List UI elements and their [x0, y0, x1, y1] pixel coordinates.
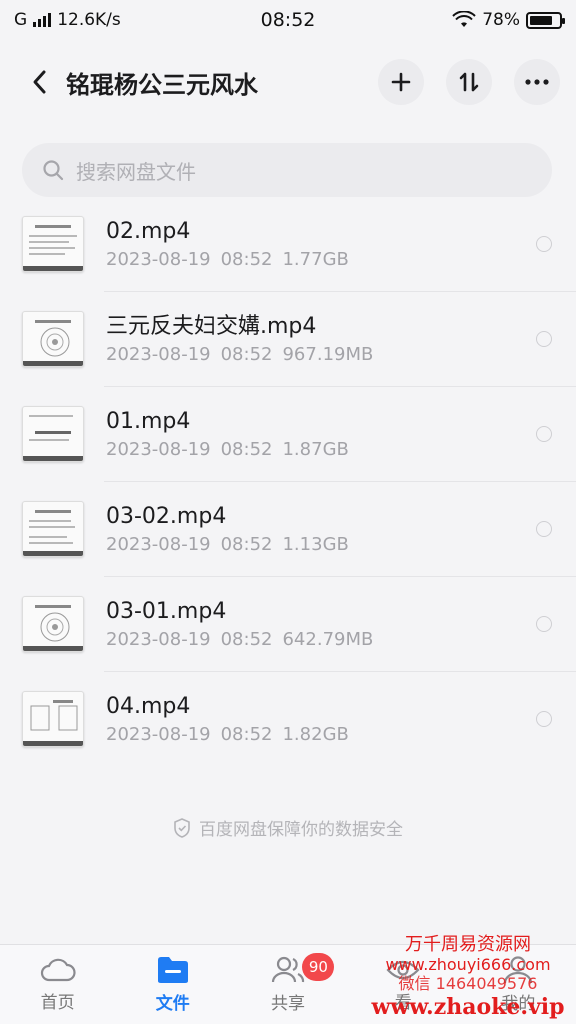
- sort-icon: [459, 72, 479, 92]
- more-icon: [525, 79, 549, 85]
- tab-label: 共享: [271, 994, 305, 1014]
- file-size: 1.77GB: [282, 249, 349, 270]
- network-type: G: [14, 10, 28, 30]
- file-name: 02.mp4: [106, 219, 191, 244]
- file-date: 2023-08-19: [106, 534, 211, 555]
- people-icon: [271, 956, 305, 983]
- file-name: 03-02.mp4: [106, 504, 227, 529]
- file-meta: 2023-08-19 08:52 967.19MB: [106, 344, 536, 365]
- search-icon: [43, 160, 64, 181]
- file-meta: 2023-08-19 08:52 642.79MB: [106, 629, 536, 650]
- watermark-line: www.zhouyi666.com: [385, 955, 551, 975]
- video-thumbnail: [22, 310, 84, 367]
- back-button[interactable]: [22, 64, 58, 100]
- folder-icon: [157, 957, 188, 983]
- header: 铭琨杨公三元风水: [0, 52, 576, 112]
- video-thumbnail: [22, 595, 84, 652]
- file-info: 01.mp4 2023-08-19 08:52 1.87GB: [106, 407, 536, 460]
- file-size: 1.87GB: [282, 439, 349, 460]
- status-bar: G 12.6K/s 08:52 78%: [0, 0, 576, 40]
- watermark: 万千周易资源网 www.zhouyi666.com 微信 1464049576 …: [368, 934, 568, 1020]
- file-time: 08:52: [220, 534, 273, 555]
- network-speed: 12.6K/s: [57, 10, 121, 30]
- security-note: 百度网盘保障你的数据安全: [0, 815, 576, 840]
- tab-files[interactable]: 文件: [115, 945, 230, 1024]
- file-size: 967.19MB: [282, 344, 374, 365]
- file-meta: 2023-08-19 08:52 1.82GB: [106, 724, 536, 745]
- file-meta: 2023-08-19 08:52 1.13GB: [106, 534, 536, 555]
- file-name: 04.mp4: [106, 694, 191, 719]
- tab-label: 文件: [155, 994, 190, 1014]
- battery-level: [530, 15, 552, 25]
- wifi-icon: [452, 11, 476, 27]
- file-info: 03-02.mp4 2023-08-19 08:52 1.13GB: [106, 502, 536, 555]
- file-time: 08:52: [220, 344, 273, 365]
- tab-share[interactable]: 共享 90: [230, 945, 345, 1024]
- file-info: 04.mp4 2023-08-19 08:52 1.82GB: [106, 692, 536, 745]
- watermark-line: 万千周易资源网: [405, 933, 531, 955]
- page-title: 铭琨杨公三元风水: [66, 70, 258, 99]
- file-info: 02.mp4 2023-08-19 08:52 1.77GB: [106, 217, 536, 270]
- status-right: 78%: [452, 10, 565, 30]
- file-time: 08:52: [220, 724, 273, 745]
- cloud-icon: [40, 958, 76, 982]
- video-thumbnail: [22, 500, 84, 557]
- watermark-line: 微信 1464049576: [398, 974, 538, 994]
- status-left: G 12.6K/s: [14, 10, 121, 30]
- file-info: 03-01.mp4 2023-08-19 08:52 642.79MB: [106, 597, 536, 650]
- file-time: 08:52: [220, 439, 273, 460]
- file-date: 2023-08-19: [106, 724, 211, 745]
- file-date: 2023-08-19: [106, 629, 211, 650]
- file-name: 03-01.mp4: [106, 599, 227, 624]
- file-date: 2023-08-19: [106, 249, 211, 270]
- add-button[interactable]: [378, 59, 424, 105]
- select-radio[interactable]: [536, 710, 552, 727]
- select-radio[interactable]: [536, 330, 552, 347]
- sort-button[interactable]: [446, 59, 492, 105]
- chevron-left-icon: [33, 70, 46, 94]
- notification-badge: 90: [302, 953, 335, 981]
- file-size: 1.82GB: [282, 724, 349, 745]
- more-button[interactable]: [514, 59, 560, 105]
- file-size: 642.79MB: [282, 629, 374, 650]
- file-date: 2023-08-19: [106, 439, 211, 460]
- battery-icon: [526, 11, 565, 29]
- file-info: 三元反夫妇交媾.mp4 2023-08-19 08:52 967.19MB: [106, 312, 536, 365]
- file-time: 08:52: [220, 249, 273, 270]
- search-placeholder: 搜索网盘文件: [76, 159, 196, 184]
- file-meta: 2023-08-19 08:52 1.77GB: [106, 249, 536, 270]
- signal-icon: [33, 13, 52, 27]
- watermark-line: www.zhaoke.vip: [371, 993, 565, 1020]
- file-row[interactable]: 01.mp4 2023-08-19 08:52 1.87GB: [0, 386, 576, 481]
- file-time: 08:52: [220, 629, 273, 650]
- file-row[interactable]: 03-01.mp4 2023-08-19 08:52 642.79MB: [0, 576, 576, 671]
- file-meta: 2023-08-19 08:52 1.87GB: [106, 439, 536, 460]
- video-thumbnail: [22, 690, 84, 747]
- search-input[interactable]: 搜索网盘文件: [22, 143, 552, 197]
- select-radio[interactable]: [536, 235, 552, 252]
- shield-icon: [174, 817, 190, 838]
- battery-percent: 78%: [482, 10, 520, 30]
- file-date: 2023-08-19: [106, 344, 211, 365]
- file-row[interactable]: 三元反夫妇交媾.mp4 2023-08-19 08:52 967.19MB: [0, 291, 576, 386]
- security-note-text: 百度网盘保障你的数据安全: [199, 820, 403, 840]
- video-thumbnail: [22, 215, 84, 272]
- tab-bar: 首页 文件 共享 90 看 我的 万千周易资源网 www.zhouyi666.c…: [0, 934, 576, 1024]
- video-thumbnail: [22, 405, 84, 462]
- file-size: 1.13GB: [282, 534, 349, 555]
- plus-icon: [391, 72, 411, 92]
- file-name: 01.mp4: [106, 409, 191, 434]
- tab-label: 首页: [40, 993, 75, 1013]
- select-radio[interactable]: [536, 520, 552, 537]
- file-row[interactable]: 02.mp4 2023-08-19 08:52 1.77GB: [0, 196, 576, 291]
- file-name: 三元反夫妇交媾.mp4: [106, 314, 317, 339]
- file-row[interactable]: 04.mp4 2023-08-19 08:52 1.82GB: [0, 671, 576, 766]
- file-row[interactable]: 03-02.mp4 2023-08-19 08:52 1.13GB: [0, 481, 576, 576]
- file-list: 02.mp4 2023-08-19 08:52 1.77GB 三元反夫妇交媾.mp4…: [0, 196, 576, 766]
- select-radio[interactable]: [536, 425, 552, 442]
- select-radio[interactable]: [536, 615, 552, 632]
- tab-home[interactable]: 首页: [0, 945, 115, 1024]
